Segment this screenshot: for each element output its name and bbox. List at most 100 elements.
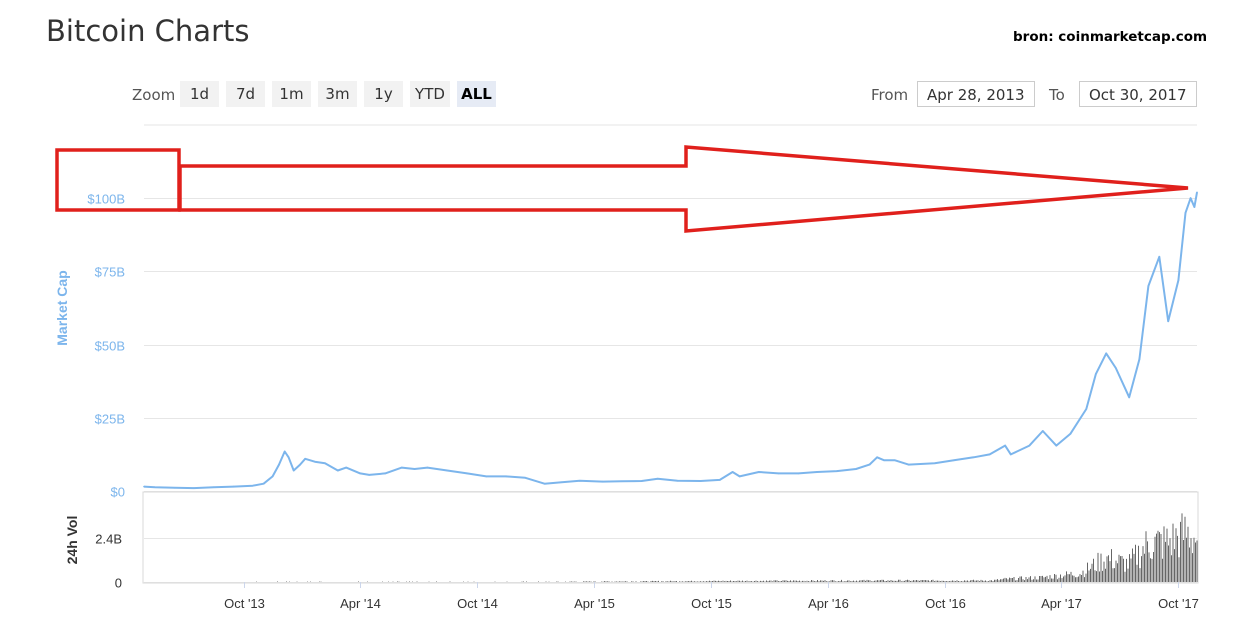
- chart-area: $0$25B$50B$75B$100B02.4B Oct '13 Apr '14 O…: [54, 124, 1199, 611]
- volume-tick-label: 2.4B: [95, 532, 122, 547]
- market-cap-point: [972, 456, 975, 459]
- market-cap-point: [1010, 453, 1012, 456]
- market-cap-point: [446, 469, 449, 472]
- market-cap-point: [283, 450, 286, 453]
- volume-axis-title: 24h Vol: [64, 516, 80, 565]
- x-tick-label: Apr '17: [1041, 596, 1082, 611]
- market-cap-point: [1042, 430, 1044, 432]
- market-cap-line: [143, 192, 1198, 490]
- market-cap-point: [1147, 285, 1150, 287]
- market-cap-point: [1028, 444, 1031, 447]
- market-cap-point: [1196, 191, 1198, 194]
- market-cap-point: [797, 472, 800, 475]
- market-cap-point: [738, 475, 741, 478]
- x-tick-label: Oct '16: [925, 596, 966, 611]
- market-cap-point: [368, 474, 371, 476]
- market-cap-point: [485, 475, 488, 478]
- market-cap-point: [621, 480, 623, 483]
- y-axis-title: Market Cap: [54, 270, 70, 345]
- x-tick-label: Oct '13: [224, 596, 265, 611]
- market-cap-point: [894, 459, 896, 462]
- market-cap-point: [292, 469, 295, 472]
- market-cap-point: [384, 472, 387, 475]
- x-tick-label: Oct '15: [691, 596, 732, 611]
- market-cap-point: [252, 484, 254, 487]
- market-cap-point: [173, 487, 176, 489]
- x-axis-labels: Oct '13 Apr '14 Oct '14 Apr '15 Oct '15 Apr '…: [224, 582, 1199, 611]
- market-cap-point: [466, 472, 468, 475]
- market-cap-point: [719, 479, 721, 481]
- y-tick-label: $100B: [87, 192, 125, 207]
- market-cap-point: [1004, 444, 1006, 447]
- market-cap-point: [324, 462, 326, 465]
- market-cap-point: [836, 470, 838, 472]
- x-tick-label: Apr '15: [574, 596, 615, 611]
- market-cap-point: [1055, 444, 1058, 447]
- market-cap-point: [1177, 279, 1180, 282]
- market-cap-point: [988, 453, 991, 456]
- x-tick-label: Apr '16: [808, 596, 849, 611]
- highlight-annotation: [55, 145, 1189, 233]
- x-tick-label: Oct '14: [457, 596, 498, 611]
- volume-tick-label: 0: [115, 576, 122, 591]
- market-cap-point: [676, 480, 679, 482]
- market-cap-point: [876, 456, 878, 459]
- market-cap-point: [883, 459, 885, 462]
- x-tick-label: Apr '14: [340, 596, 381, 611]
- market-cap-point: [907, 463, 910, 466]
- market-cap-point: [933, 462, 936, 465]
- market-cap-point: [1095, 373, 1097, 375]
- market-cap-point: [505, 475, 507, 478]
- market-cap-point: [816, 471, 818, 473]
- market-cap-point: [1115, 367, 1117, 369]
- market-cap-point: [287, 456, 290, 459]
- market-cap-point: [1158, 255, 1161, 258]
- market-cap-point: [299, 463, 301, 466]
- y-tick-label: $0: [111, 485, 125, 500]
- market-cap-point: [154, 486, 156, 489]
- market-cap-point: [578, 480, 581, 482]
- market-cap-point: [543, 482, 546, 485]
- market-cap-point: [271, 475, 274, 478]
- market-cap-point: [1138, 358, 1141, 361]
- market-cap-point: [560, 481, 563, 484]
- gridlines: [144, 124, 1197, 583]
- market-cap-point: [314, 460, 316, 463]
- market-cap-point: [278, 463, 280, 466]
- market-cap-point: [1085, 408, 1088, 410]
- market-cap-point: [193, 487, 195, 489]
- market-cap-point: [758, 471, 760, 473]
- market-cap-point: [262, 482, 265, 485]
- market-cap-point: [1189, 197, 1192, 199]
- market-cap-point: [426, 466, 429, 469]
- market-cap-series: [143, 191, 1198, 490]
- market-cap-point: [1193, 206, 1196, 208]
- navigator-pane: [142, 491, 1199, 584]
- market-cap-point: [212, 486, 215, 489]
- market-cap-point: [868, 463, 871, 466]
- market-cap-point: [337, 469, 339, 472]
- market-cap-point: [1128, 396, 1130, 399]
- market-cap-point: [304, 458, 307, 460]
- market-cap-point: [359, 472, 362, 475]
- volume-bars: [256, 513, 1198, 582]
- market-cap-point: [232, 485, 235, 488]
- y-tick-label: $50B: [95, 339, 125, 354]
- y-axis-labels: $0 $25B $50B $75B $100B 0 2.4B: [87, 192, 125, 591]
- y-tick-label: $25B: [95, 412, 125, 427]
- market-cap-point: [413, 468, 416, 470]
- market-cap-point: [731, 471, 734, 473]
- x-tick-label: Oct '17: [1158, 596, 1199, 611]
- market-cap-point: [953, 459, 955, 462]
- market-cap-point: [699, 480, 702, 482]
- market-cap-point: [401, 466, 403, 469]
- market-cap-point: [640, 480, 643, 482]
- market-cap-point: [777, 472, 780, 475]
- market-cap-point: [601, 480, 604, 483]
- market-cap-point: [524, 477, 527, 479]
- volume-pane-frame: [142, 491, 1199, 584]
- market-cap-point: [1184, 212, 1187, 214]
- market-cap-point: [656, 477, 659, 480]
- market-cap-point: [345, 466, 348, 469]
- market-cap-point: [1069, 433, 1072, 435]
